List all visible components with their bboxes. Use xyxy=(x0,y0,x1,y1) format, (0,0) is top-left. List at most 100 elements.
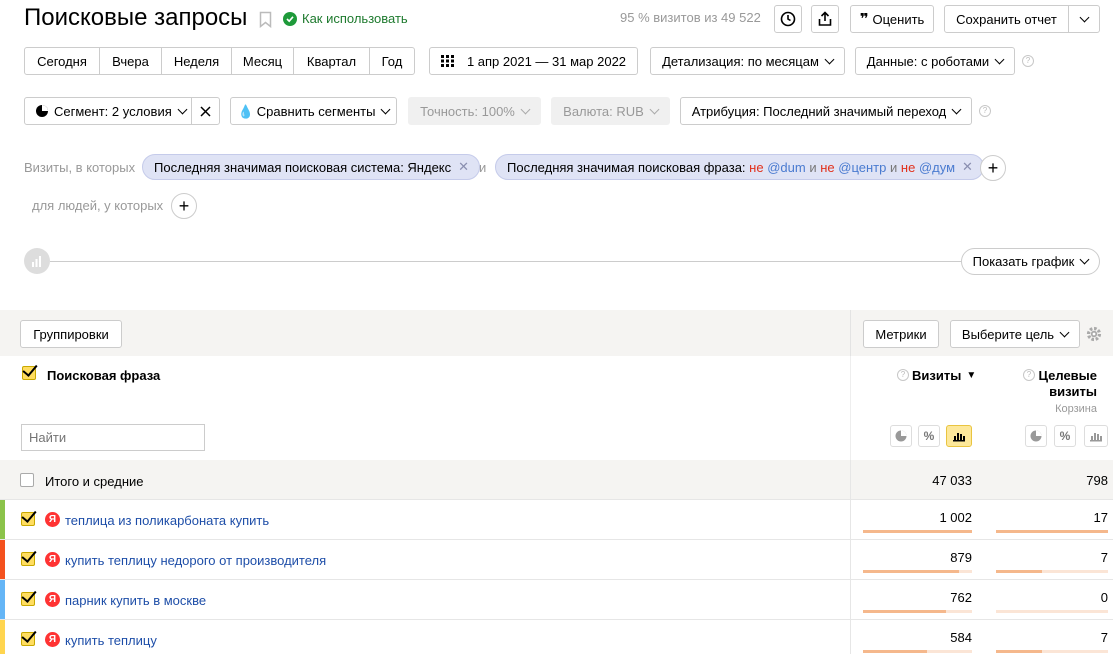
row-visits: 584 xyxy=(950,630,972,645)
row-checkbox[interactable] xyxy=(21,592,35,606)
date-range-button[interactable]: 1 апр 2021 — 31 мар 2022 xyxy=(429,47,638,75)
row-visits: 1 002 xyxy=(939,510,972,525)
currency-dropdown[interactable]: Валюта: RUB xyxy=(551,97,670,125)
goal-column-header[interactable]: Целевые визиты xyxy=(1030,368,1097,400)
metrics-area-divider xyxy=(850,310,851,356)
gear-icon[interactable] xyxy=(1085,325,1103,346)
currency-label: Валюта: RUB xyxy=(563,103,644,119)
save-report-button[interactable]: Сохранить отчет xyxy=(944,5,1069,33)
filter-chip-label: Последняя значимая поисковая фраза: xyxy=(507,159,746,175)
view-percent-button[interactable]: % xyxy=(1054,425,1076,447)
export-button[interactable] xyxy=(811,5,839,33)
row-checkbox[interactable] xyxy=(21,552,35,566)
show-chart-button[interactable]: Показать график xyxy=(961,248,1100,275)
pie-chart-icon xyxy=(1030,430,1042,442)
show-chart-label: Показать график xyxy=(972,254,1075,269)
chart-icon[interactable] xyxy=(24,248,50,274)
metrics-button[interactable]: Метрики xyxy=(863,320,939,348)
history-button[interactable] xyxy=(774,5,802,33)
view-pie-button[interactable] xyxy=(1025,425,1047,447)
table-toolbar xyxy=(0,310,1113,356)
data-mode-dropdown[interactable]: Данные: с роботами xyxy=(855,47,1015,75)
not-operator: не xyxy=(749,159,764,175)
chevron-down-icon xyxy=(649,104,660,114)
row-metrics-divider xyxy=(850,540,851,580)
add-people-filter-button[interactable]: + xyxy=(171,193,197,219)
row-phrase-link[interactable]: парник купить в москве xyxy=(65,593,206,608)
help-icon[interactable]: ? xyxy=(1022,55,1034,67)
yandex-icon: Я xyxy=(45,512,60,527)
row-divider xyxy=(0,539,1113,540)
filter-and: и xyxy=(479,160,487,175)
dimension-header[interactable]: Поисковая фраза xyxy=(47,368,160,383)
attribution-label: Атрибуция: Последний значимый переход xyxy=(691,103,947,119)
view-pie-button[interactable] xyxy=(890,425,912,447)
compare-segments-button[interactable]: 💧 Сравнить сегменты xyxy=(230,97,397,125)
chevron-down-icon xyxy=(951,104,962,114)
row-visits-bar-fill xyxy=(863,650,927,653)
dimension-checkbox[interactable] xyxy=(22,366,36,380)
view-bars-button[interactable] xyxy=(1084,425,1108,447)
close-icon[interactable]: ✕ xyxy=(962,159,973,175)
drops-icon: 💧 xyxy=(237,103,254,119)
row-goal-bar-fill xyxy=(996,570,1042,573)
segment-clear-button[interactable] xyxy=(191,97,220,125)
row-checkbox[interactable] xyxy=(21,512,35,526)
row-color-marker xyxy=(0,580,5,619)
yandex-icon: Я xyxy=(45,632,60,647)
row-divider xyxy=(0,579,1113,580)
rate-button[interactable]: ❞ Оценить xyxy=(850,5,934,33)
yandex-icon: Я xyxy=(45,592,60,607)
row-goal: 7 xyxy=(1100,630,1108,645)
row-color-marker xyxy=(0,620,5,654)
close-icon[interactable]: ✕ xyxy=(458,159,469,175)
row-metrics-divider xyxy=(850,500,851,540)
chevron-down-icon xyxy=(1079,12,1089,22)
filter-term: @центр xyxy=(838,159,887,175)
share-icon xyxy=(818,11,832,26)
save-report-dropdown[interactable] xyxy=(1068,5,1100,33)
row-goal-bar xyxy=(996,610,1108,613)
goal-dropdown[interactable]: Выберите цель xyxy=(950,320,1080,348)
totals-divider xyxy=(850,460,851,499)
add-visit-filter-button[interactable]: + xyxy=(980,155,1006,181)
groupings-button[interactable]: Группировки xyxy=(20,320,122,348)
how-to-use-link[interactable]: Как использовать xyxy=(283,11,408,26)
totals-goal: 798 xyxy=(1086,473,1108,488)
detail-dropdown[interactable]: Детализация: по месяцам xyxy=(650,47,845,75)
chevron-down-icon xyxy=(1079,254,1090,265)
calendar-icon xyxy=(440,55,454,67)
help-icon[interactable]: ? xyxy=(897,369,909,381)
chart-divider xyxy=(50,261,962,262)
pie-chart-icon xyxy=(36,105,48,117)
bar-chart-icon xyxy=(1090,433,1102,442)
period-week[interactable]: Неделя xyxy=(162,48,232,74)
percent-icon: % xyxy=(1059,429,1071,443)
attribution-dropdown[interactable]: Атрибуция: Последний значимый переход xyxy=(680,97,972,125)
row-visits-bar-fill xyxy=(863,530,972,533)
row-visits: 762 xyxy=(950,590,972,605)
filter-chip-search-engine[interactable]: Последняя значимая поисковая система: Ян… xyxy=(142,154,481,180)
filter-chip-search-phrase[interactable]: Последняя значимая поисковая фраза: не @… xyxy=(495,154,984,180)
totals-checkbox[interactable] xyxy=(20,473,34,487)
filter-term: @дум xyxy=(918,159,956,175)
groupings-label: Группировки xyxy=(33,326,109,342)
period-yesterday[interactable]: Вчера xyxy=(100,48,162,74)
row-checkbox[interactable] xyxy=(21,632,35,646)
period-today[interactable]: Сегодня xyxy=(25,48,100,74)
period-quarter[interactable]: Квартал xyxy=(294,48,370,74)
period-year[interactable]: Год xyxy=(370,48,414,74)
goal-column-label-2: визиты xyxy=(1049,384,1097,399)
row-phrase-link[interactable]: купить теплицу недорого от производителя xyxy=(65,553,326,568)
row-phrase-link[interactable]: теплица из поликарбоната купить xyxy=(65,513,269,528)
accuracy-dropdown[interactable]: Точность: 100% xyxy=(408,97,541,125)
search-input[interactable] xyxy=(21,424,205,451)
segment-dropdown[interactable]: Сегмент: 2 условия xyxy=(24,97,192,125)
view-percent-button[interactable]: % xyxy=(918,425,940,447)
bookmark-icon[interactable] xyxy=(259,11,272,31)
period-month[interactable]: Месяц xyxy=(232,48,294,74)
view-bars-button[interactable] xyxy=(946,425,972,447)
help-icon[interactable]: ? xyxy=(979,105,991,117)
visits-column-header[interactable]: Визиты ▼ xyxy=(912,368,976,383)
row-phrase-link[interactable]: купить теплицу xyxy=(65,633,157,648)
